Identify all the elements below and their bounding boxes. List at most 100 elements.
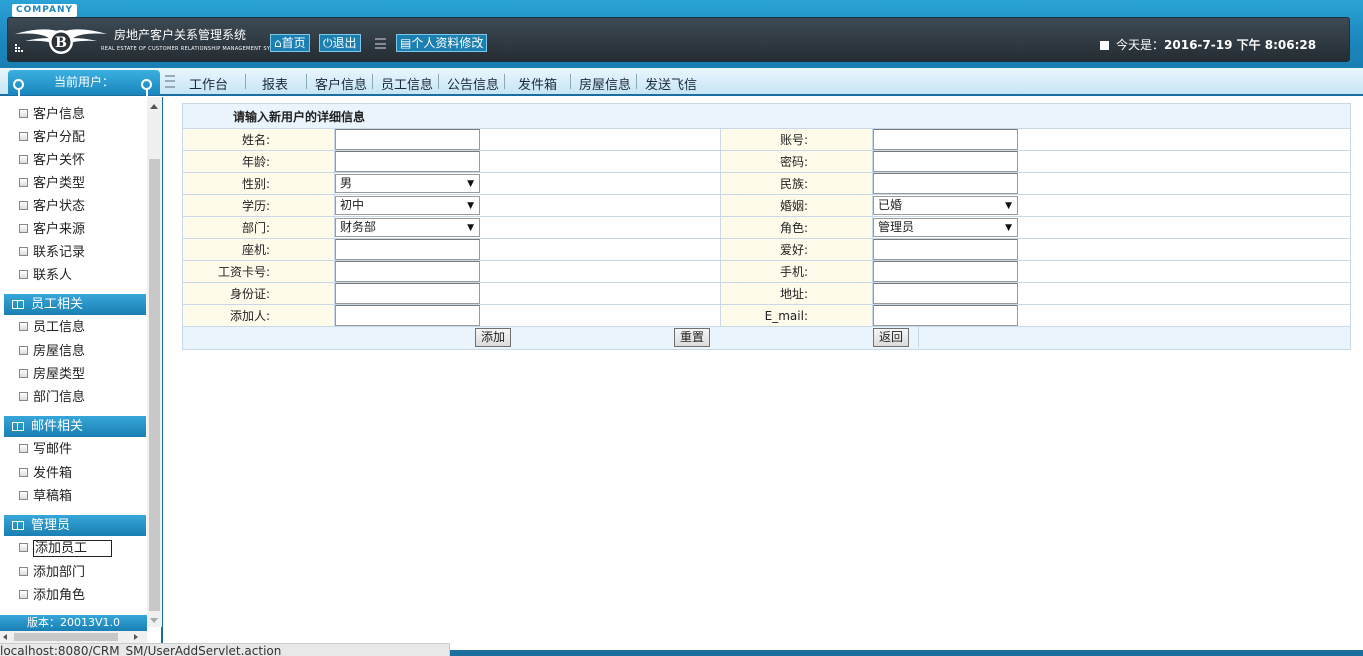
sidebar-item-outbox[interactable]: 发件箱 bbox=[19, 465, 72, 483]
marital-select[interactable]: 已婚 bbox=[873, 196, 1018, 215]
sidebar-horizontal-scrollbar[interactable] bbox=[0, 631, 147, 643]
marital-label: 婚姻: bbox=[720, 194, 873, 217]
account-input[interactable] bbox=[873, 129, 1018, 150]
home-icon: ⌂ bbox=[274, 36, 282, 50]
new-user-form: 请输入新用户的详细信息 姓名: 账号: 年龄: 密码: 性别: 男 民族: 学历… bbox=[182, 103, 1351, 350]
scroll-right-arrow-icon[interactable] bbox=[134, 634, 138, 640]
menu-item-icon bbox=[19, 322, 28, 331]
ethnicity-input[interactable] bbox=[873, 173, 1018, 194]
department-select[interactable]: 财务部 bbox=[335, 218, 480, 237]
sidebar-item-label: 房屋信息 bbox=[33, 344, 86, 359]
sidebar-item-customer-info[interactable]: 客户信息 bbox=[19, 106, 85, 124]
ethnicity-cell bbox=[872, 172, 1351, 195]
age-input[interactable] bbox=[335, 151, 480, 172]
date-display: 今天是：2016-7-19 下午 8:06:28 bbox=[1100, 36, 1316, 53]
scroll-down-arrow-icon[interactable] bbox=[150, 618, 158, 623]
home-button[interactable]: ⌂首页 bbox=[270, 34, 310, 52]
profile-label: 个人资料修改 bbox=[411, 36, 484, 50]
nav-item-workbench[interactable]: 工作台 bbox=[189, 74, 228, 93]
address-label: 地址: bbox=[720, 282, 873, 305]
education-select[interactable]: 初中 bbox=[335, 196, 480, 215]
sidebar-item-drafts[interactable]: 草稿箱 bbox=[19, 488, 72, 506]
ethnicity-label: 民族: bbox=[720, 172, 873, 195]
sidebar-section-admin[interactable]: 管理员 bbox=[4, 515, 146, 536]
scrollbar-thumb[interactable] bbox=[14, 633, 118, 641]
email-input[interactable] bbox=[873, 305, 1018, 326]
sidebar-item-customer-type[interactable]: 客户类型 bbox=[19, 175, 85, 193]
sidebar-item-customer-source[interactable]: 客户来源 bbox=[19, 221, 85, 239]
salary-card-input[interactable] bbox=[335, 261, 480, 282]
sidebar-item-contact-person[interactable]: 联系人 bbox=[19, 267, 72, 285]
menu-item-icon bbox=[19, 247, 28, 256]
sidebar-item-house-type[interactable]: 房屋类型 bbox=[19, 366, 85, 384]
sidebar-item-write-mail[interactable]: 写邮件 bbox=[19, 441, 72, 459]
menu-item-icon bbox=[19, 567, 28, 576]
sidebar-item-contact-record[interactable]: 联系记录 bbox=[19, 244, 85, 262]
book-icon bbox=[12, 422, 24, 431]
gender-select[interactable]: 男 bbox=[335, 174, 480, 193]
nav-divider bbox=[245, 74, 246, 89]
role-cell: 管理员 bbox=[872, 216, 1351, 239]
nav-item-outbox[interactable]: 发件箱 bbox=[518, 74, 557, 93]
menu-item-icon bbox=[19, 270, 28, 279]
menu-item-icon bbox=[19, 444, 28, 453]
sidebar-item-customer-status[interactable]: 客户状态 bbox=[19, 198, 85, 216]
sidebar-item-label: 客户信息 bbox=[33, 107, 86, 122]
sidebar-item-add-role[interactable]: 添加角色 bbox=[19, 587, 85, 605]
sidebar-item-customer-assign[interactable]: 客户分配 bbox=[19, 129, 85, 147]
add-button[interactable]: 添加 bbox=[475, 328, 512, 347]
form-row: 座机: 爱好: bbox=[182, 238, 1351, 261]
back-button[interactable]: 返回 bbox=[873, 328, 910, 347]
top-banner: COMPANY B 房地产客户关系管理系统 REAL ESTATE OF CUS… bbox=[0, 0, 1363, 68]
nav-item-notice-info[interactable]: 公告信息 bbox=[447, 74, 499, 93]
scroll-left-arrow-icon[interactable] bbox=[3, 634, 7, 640]
sidebar-item-dept-info[interactable]: 部门信息 bbox=[19, 389, 85, 407]
form-row: 身份证: 地址: bbox=[182, 282, 1351, 305]
sidebar-item-add-staff[interactable]: 添加员工 bbox=[19, 540, 113, 558]
sidebar-item-add-dept[interactable]: 添加部门 bbox=[19, 564, 85, 582]
address-cell bbox=[872, 282, 1351, 305]
nav-item-send-fetion[interactable]: 发送飞信 bbox=[645, 74, 697, 93]
sidebar-vertical-scrollbar[interactable] bbox=[147, 97, 162, 627]
sidebar-section-staff[interactable]: 员工相关 bbox=[4, 294, 146, 315]
logout-button[interactable]: ⏻退出 bbox=[319, 34, 361, 52]
scrollbar-thumb[interactable] bbox=[149, 159, 160, 611]
scroll-up-arrow-icon[interactable] bbox=[150, 104, 158, 109]
landline-input[interactable] bbox=[335, 239, 480, 260]
form-heading: 请输入新用户的详细信息 bbox=[182, 103, 1351, 129]
nav-item-staff-info[interactable]: 员工信息 bbox=[381, 74, 433, 93]
sidebar-item-customer-care[interactable]: 客户关怀 bbox=[19, 152, 85, 170]
nav-item-house-info[interactable]: 房屋信息 bbox=[579, 74, 631, 93]
password-input[interactable] bbox=[873, 151, 1018, 172]
nav-item-customer-info[interactable]: 客户信息 bbox=[315, 74, 367, 93]
address-input[interactable] bbox=[873, 283, 1018, 304]
menu-item-icon bbox=[19, 543, 28, 552]
nav-grip-icon bbox=[165, 75, 175, 88]
form-actions: 添加 重置 返回 bbox=[182, 326, 1351, 350]
sidebar-item-label: 客户分配 bbox=[33, 130, 86, 145]
section-title: 管理员 bbox=[31, 518, 71, 533]
sidebar-menu: 客户信息 客户分配 客户关怀 客户类型 客户状态 客户来源 联系记录 联系人 员… bbox=[0, 97, 147, 615]
sidebar-section-mail[interactable]: 邮件相关 bbox=[4, 416, 146, 437]
section-title: 员工相关 bbox=[31, 297, 84, 312]
mobile-input[interactable] bbox=[873, 261, 1018, 282]
education-label: 学历: bbox=[182, 194, 335, 217]
version-label: 版本：20013V1.0 bbox=[0, 615, 147, 631]
name-input[interactable] bbox=[335, 129, 480, 150]
form-row: 姓名: 账号: bbox=[182, 128, 1351, 151]
reset-button[interactable]: 重置 bbox=[674, 328, 711, 347]
sidebar-item-house-info[interactable]: 房屋信息 bbox=[19, 343, 85, 361]
hobby-input[interactable] bbox=[873, 239, 1018, 260]
added-by-input[interactable] bbox=[335, 305, 480, 326]
nav-divider bbox=[438, 74, 439, 89]
id-card-input[interactable] bbox=[335, 283, 480, 304]
svg-text:B: B bbox=[55, 35, 67, 51]
profile-edit-button[interactable]: ▤个人资料修改 bbox=[396, 34, 488, 52]
nav-divider bbox=[636, 74, 637, 89]
role-select[interactable]: 管理员 bbox=[873, 218, 1018, 237]
menu-item-icon bbox=[19, 224, 28, 233]
menu-item-icon bbox=[19, 392, 28, 401]
sidebar-item-label: 写邮件 bbox=[33, 442, 73, 457]
nav-item-report[interactable]: 报表 bbox=[262, 74, 288, 93]
sidebar-item-staff-info[interactable]: 员工信息 bbox=[19, 319, 85, 337]
